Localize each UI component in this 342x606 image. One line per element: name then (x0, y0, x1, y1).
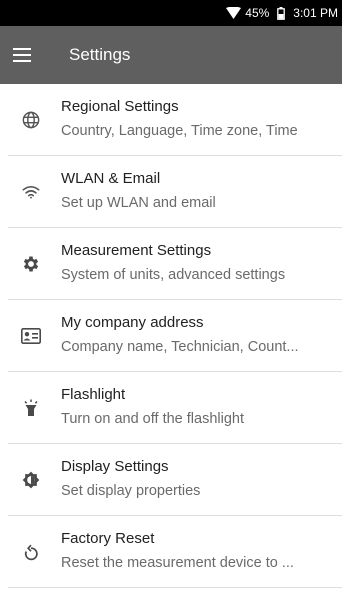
settings-item-measurement[interactable]: Measurement Settings System of units, ad… (8, 228, 342, 300)
contact-card-icon (11, 327, 51, 344)
globe-icon (11, 111, 51, 129)
settings-item-title: Flashlight (61, 386, 126, 403)
page-title: Settings (69, 45, 131, 64)
settings-item-regional[interactable]: Regional Settings Country, Language, Tim… (8, 84, 342, 156)
settings-item-title: Regional Settings (61, 98, 179, 115)
settings-item-subtitle: Reset the measurement device to ... (61, 555, 294, 571)
settings-item-subtitle: Country, Language, Time zone, Time (61, 123, 298, 139)
settings-list: Regional Settings Country, Language, Tim… (0, 84, 342, 588)
wifi-icon (226, 7, 242, 19)
battery-percent: 45% (245, 6, 270, 20)
settings-item-title: WLAN & Email (61, 170, 161, 187)
wifi-icon (11, 185, 51, 199)
settings-item-company-address[interactable]: My company address Company name, Technic… (8, 300, 342, 372)
hamburger-menu-icon[interactable] (13, 40, 43, 70)
settings-item-subtitle: System of units, advanced settings (61, 267, 286, 283)
flashlight-icon (11, 399, 51, 417)
gear-icon (11, 254, 51, 274)
settings-item-title: Factory Reset (61, 530, 155, 547)
settings-item-subtitle: Turn on and off the flashlight (61, 411, 244, 427)
settings-item-wlan-email[interactable]: WLAN & Email Set up WLAN and email (8, 156, 342, 228)
settings-item-subtitle: Set up WLAN and email (61, 195, 216, 211)
status-bar: 45% 3:01 PM (0, 0, 342, 26)
settings-item-subtitle: Set display properties (61, 483, 201, 499)
settings-item-factory-reset[interactable]: Factory Reset Reset the measurement devi… (8, 516, 342, 588)
settings-item-title: Measurement Settings (61, 242, 212, 259)
reset-icon (11, 543, 51, 561)
brightness-icon (11, 470, 51, 490)
settings-item-subtitle: Company name, Technician, Count... (61, 339, 299, 355)
clock: 3:01 PM (293, 6, 338, 20)
settings-item-title: My company address (61, 314, 204, 331)
battery-icon (277, 6, 286, 20)
settings-item-flashlight[interactable]: Flashlight Turn on and off the flashligh… (8, 372, 342, 444)
settings-item-display[interactable]: Display Settings Set display properties (8, 444, 342, 516)
app-bar: Settings (0, 26, 342, 84)
settings-item-title: Display Settings (61, 458, 169, 475)
